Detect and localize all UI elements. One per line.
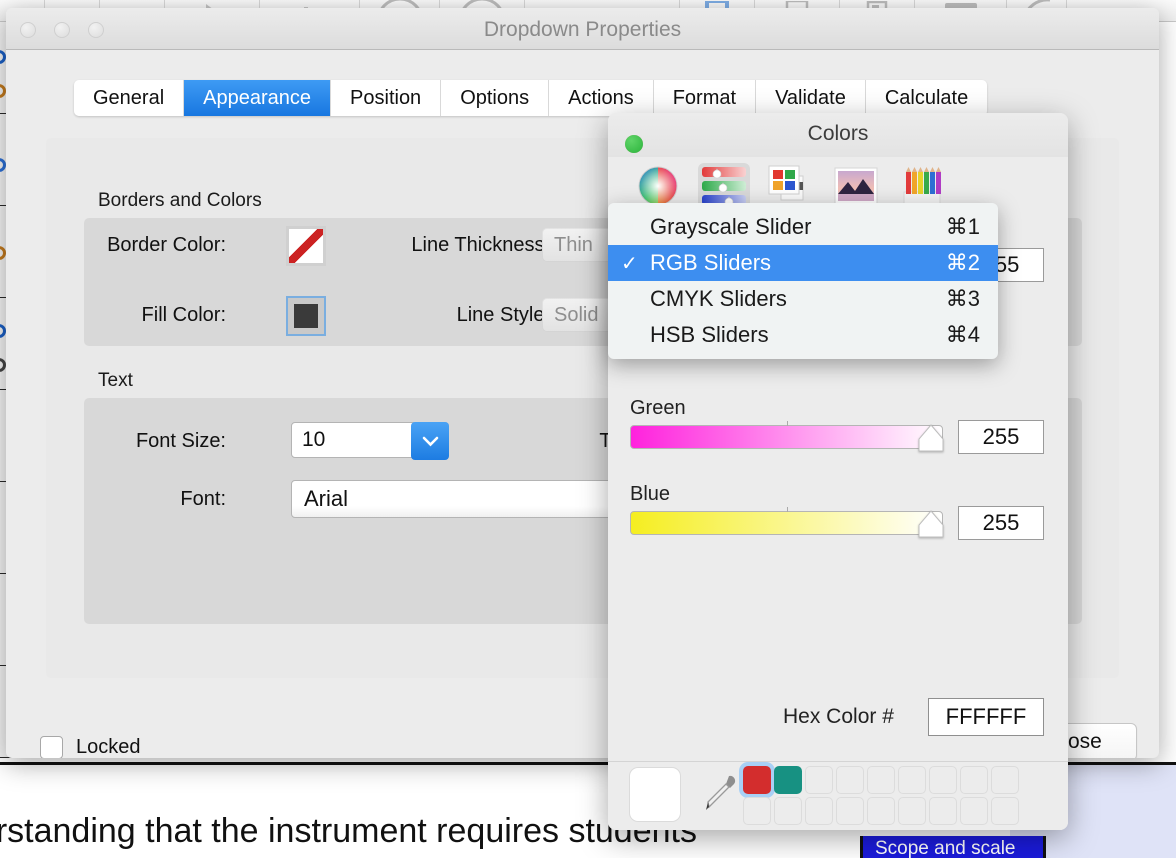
hex-color-field[interactable]: FFFFFF: [928, 698, 1044, 736]
tab-general[interactable]: General: [74, 80, 185, 116]
palette-swatch[interactable]: [867, 766, 895, 794]
locked-label: Locked: [76, 736, 141, 758]
palette-swatch[interactable]: [743, 797, 771, 825]
menu-item-shortcut: ⌘1: [945, 214, 980, 239]
palette-swatch[interactable]: [960, 766, 988, 794]
dialog-titlebar[interactable]: Dropdown Properties: [6, 8, 1159, 50]
eyedropper-icon[interactable]: [703, 772, 737, 817]
green-slider[interactable]: [630, 421, 944, 452]
palette-swatch[interactable]: [929, 797, 957, 825]
fill-color-label: Fill Color:: [141, 304, 226, 326]
menu-item-label: Grayscale Slider: [650, 214, 812, 239]
blue-slider[interactable]: [630, 507, 944, 538]
tab-format[interactable]: Format: [653, 80, 757, 116]
text-heading: Text: [98, 370, 133, 391]
palette-swatch[interactable]: [991, 766, 1019, 794]
blue-slider-knob[interactable]: [916, 509, 946, 539]
green-label: Green: [630, 397, 686, 419]
line-style-label: Line Style:: [456, 304, 550, 326]
menu-item-shortcut: ⌘3: [945, 286, 980, 311]
palette-swatch[interactable]: [898, 766, 926, 794]
palette-swatch[interactable]: [867, 797, 895, 825]
palette-swatch[interactable]: [805, 766, 833, 794]
hex-color-label: Hex Color #: [783, 705, 894, 728]
tab-actions[interactable]: Actions: [549, 80, 654, 116]
green-slider-knob[interactable]: [916, 423, 946, 453]
palette-swatch[interactable]: [836, 766, 864, 794]
green-slider-tick: [786, 421, 788, 426]
document-body-text: derstanding that the instrument requires…: [0, 812, 697, 850]
tab-options[interactable]: Options: [441, 80, 550, 116]
palette-swatch[interactable]: [774, 797, 802, 825]
font-size-combo[interactable]: 10: [291, 422, 449, 460]
menu-item-label: CMYK Sliders: [650, 286, 787, 311]
chevron-down-icon[interactable]: [411, 422, 449, 460]
fill-color-swatch[interactable]: [286, 296, 326, 336]
tab-calculate[interactable]: Calculate: [865, 80, 988, 116]
checkmark-icon: ✓: [621, 252, 638, 275]
document-selection-highlight: Scope and scale: [860, 836, 1046, 858]
line-thickness-label: Line Thickness:: [411, 234, 550, 256]
border-color-swatch[interactable]: [286, 226, 326, 266]
tab-appearance[interactable]: Appearance: [184, 80, 332, 116]
locked-checkbox-row[interactable]: Locked: [40, 736, 141, 758]
slider-mode-menu[interactable]: Grayscale Slider ⌘1 ✓ RGB Sliders ⌘2 CMY…: [608, 203, 998, 359]
locked-checkbox[interactable]: [40, 736, 63, 758]
palette-swatch[interactable]: [929, 766, 957, 794]
palette-swatch[interactable]: [960, 797, 988, 825]
blue-label: Blue: [630, 483, 671, 505]
menu-item-shortcut: ⌘4: [945, 322, 980, 347]
palette-swatch[interactable]: [898, 797, 926, 825]
font-label: Font:: [180, 488, 226, 510]
blue-value-field[interactable]: 255: [958, 506, 1044, 540]
menu-item-grayscale-slider[interactable]: Grayscale Slider ⌘1: [608, 209, 998, 245]
palette-swatch[interactable]: [991, 797, 1019, 825]
menu-item-label: HSB Sliders: [650, 322, 769, 347]
menu-item-cmyk-sliders[interactable]: CMYK Sliders ⌘3: [608, 281, 998, 317]
colors-panel-title: Colors: [807, 122, 869, 145]
selection-label: Scope and scale: [875, 838, 1016, 858]
border-color-label: Border Color:: [107, 234, 226, 256]
borders-and-colors-heading: Borders and Colors: [98, 190, 262, 211]
fill-color-chip: [294, 304, 318, 328]
menu-item-shortcut: ⌘2: [945, 250, 980, 275]
font-size-label: Font Size:: [135, 430, 226, 452]
palette-swatch[interactable]: [743, 766, 771, 794]
menu-item-label: RGB Sliders: [650, 250, 772, 275]
green-value-field[interactable]: 255: [958, 420, 1044, 454]
palette-swatch[interactable]: [836, 797, 864, 825]
current-color-swatch[interactable]: [630, 768, 680, 821]
font-size-value: 10: [302, 428, 326, 451]
colors-panel-titlebar[interactable]: Colors: [608, 113, 1068, 157]
dialog-tabbar[interactable]: General Appearance Position Options Acti…: [74, 80, 988, 116]
palette-swatch[interactable]: [774, 766, 802, 794]
colors-panel-footer: [608, 762, 1068, 830]
tab-validate[interactable]: Validate: [756, 80, 866, 116]
tab-position[interactable]: Position: [331, 80, 442, 116]
menu-item-rgb-sliders[interactable]: ✓ RGB Sliders ⌘2: [608, 245, 998, 281]
blue-slider-tick: [786, 507, 788, 512]
no-color-slash-icon: [289, 229, 323, 263]
font-value: Arial: [304, 486, 349, 511]
palette-swatch[interactable]: [805, 797, 833, 825]
dialog-title: Dropdown Properties: [483, 18, 682, 41]
palette-swatch-grid[interactable]: [743, 766, 1019, 825]
menu-item-hsb-sliders[interactable]: HSB Sliders ⌘4: [608, 317, 998, 353]
